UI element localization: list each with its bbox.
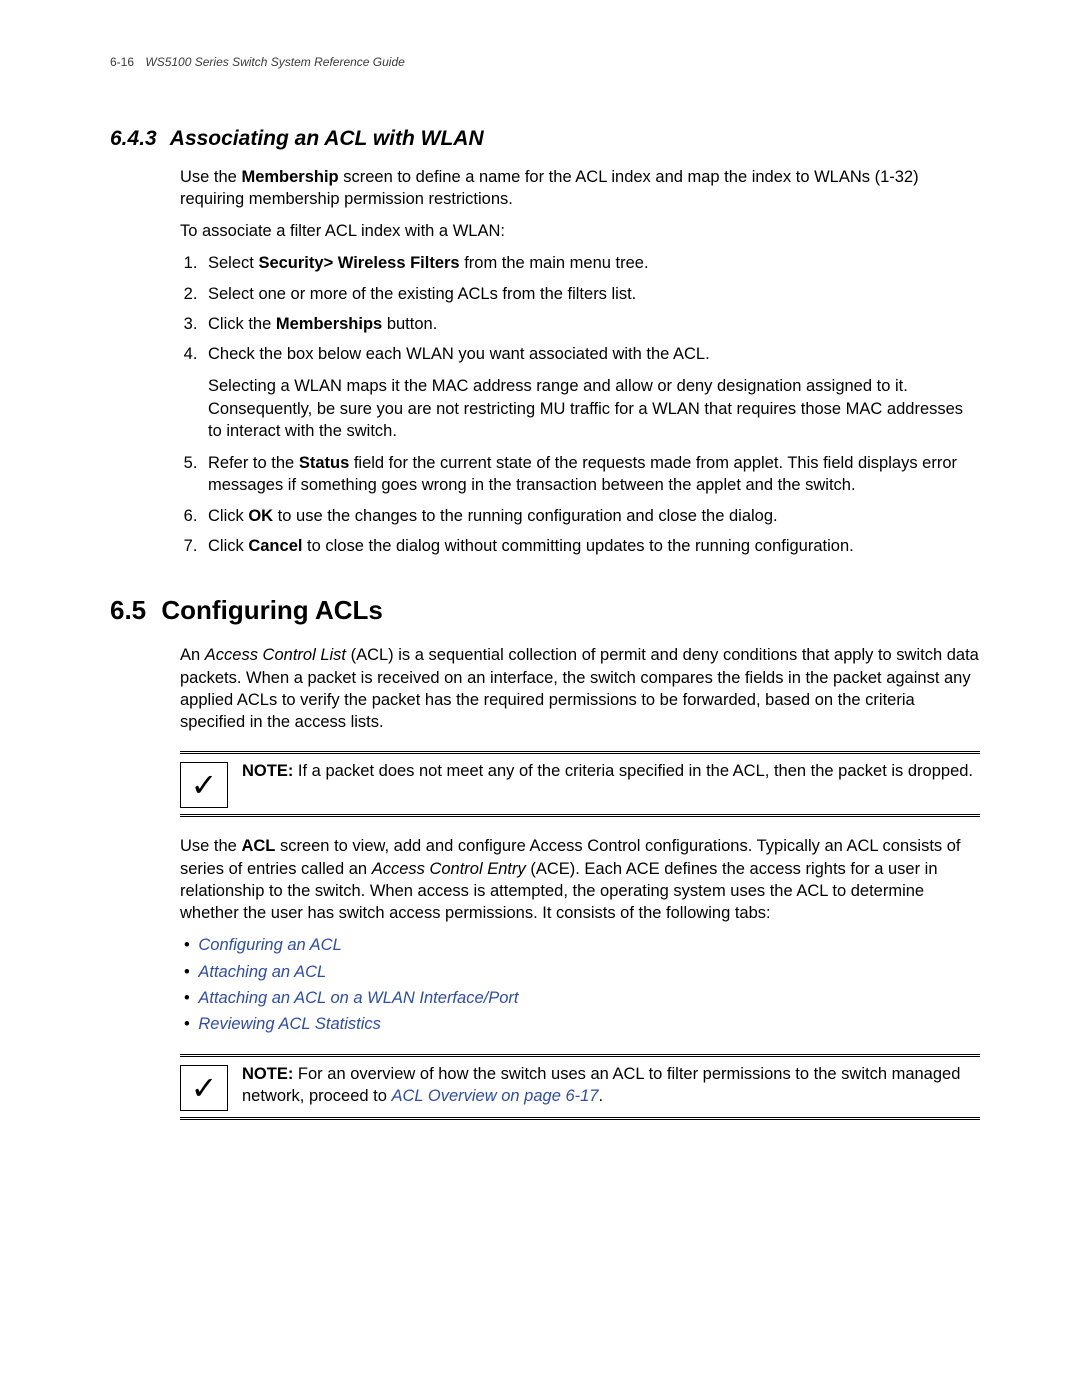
acl-intro-paragraph: An Access Control List (ACL) is a sequen… (180, 644, 980, 733)
section-6.4.3-body: Use the Membership screen to define a na… (180, 166, 980, 558)
link-reviewing-acl-stats[interactable]: Reviewing ACL Statistics (198, 1013, 980, 1035)
page-number: 6-16 (110, 55, 134, 69)
acl-usage-paragraph: Use the ACL screen to view, add and conf… (180, 835, 980, 924)
note-2-text: NOTE: For an overview of how the switch … (242, 1063, 980, 1108)
intro-paragraph: Use the Membership screen to define a na… (180, 166, 980, 211)
links-list: Configuring an ACL Attaching an ACL Atta… (180, 934, 980, 1035)
steps-list: Select Security> Wireless Filters from t… (180, 252, 980, 557)
note-box-2: ✓ NOTE: For an overview of how the switc… (180, 1054, 980, 1120)
heading-number: 6.5 (110, 595, 146, 625)
doc-title: WS5100 Series Switch System Reference Gu… (145, 55, 404, 69)
heading-6.5: 6.5 Configuring ACLs (110, 593, 980, 628)
heading-text: Configuring ACLs (161, 595, 382, 625)
step-2: Select one or more of the existing ACLs … (202, 283, 980, 305)
term-acl: ACL (241, 837, 275, 855)
step-7: Click Cancel to close the dialog without… (202, 535, 980, 557)
heading-6.4.3: 6.4.3 Associating an ACL with WLAN (110, 125, 980, 153)
heading-text: Associating an ACL with WLAN (170, 127, 484, 150)
link-acl-overview[interactable]: ACL Overview on page 6-17 (392, 1087, 599, 1105)
link-attaching-acl-wlan[interactable]: Attaching an ACL on a WLAN Interface/Por… (198, 987, 980, 1009)
note-1-text: NOTE: If a packet does not meet any of t… (242, 760, 980, 782)
running-header: 6-16 WS5100 Series Switch System Referen… (110, 54, 980, 70)
check-icon: ✓ (180, 762, 228, 808)
term-ok: OK (248, 507, 273, 525)
section-6.5-body: An Access Control List (ACL) is a sequen… (180, 644, 980, 1119)
term-cancel: Cancel (248, 537, 302, 555)
document-page: 6-16 WS5100 Series Switch System Referen… (0, 0, 1080, 1397)
step-5: Refer to the Status field for the curren… (202, 452, 980, 497)
term-access-control-list: Access Control List (205, 646, 346, 664)
term-status: Status (299, 454, 349, 472)
term-membership: Membership (241, 168, 338, 186)
heading-number: 6.4.3 (110, 127, 157, 150)
step-6: Click OK to use the changes to the runni… (202, 505, 980, 527)
note-box-1: ✓ NOTE: If a packet does not meet any of… (180, 751, 980, 817)
check-icon: ✓ (180, 1065, 228, 1111)
term-security-wireless-filters: Security> Wireless Filters (258, 254, 459, 272)
term-access-control-entry: Access Control Entry (372, 860, 526, 878)
link-attaching-acl[interactable]: Attaching an ACL (198, 961, 980, 983)
term-memberships: Memberships (276, 315, 382, 333)
step-3: Click the Memberships button. (202, 313, 980, 335)
step-4-sub: Selecting a WLAN maps it the MAC address… (208, 375, 980, 442)
step-1: Select Security> Wireless Filters from t… (202, 252, 980, 274)
link-configuring-acl[interactable]: Configuring an ACL (198, 934, 980, 956)
step-4: Check the box below each WLAN you want a… (202, 343, 980, 442)
assoc-paragraph: To associate a filter ACL index with a W… (180, 220, 980, 242)
